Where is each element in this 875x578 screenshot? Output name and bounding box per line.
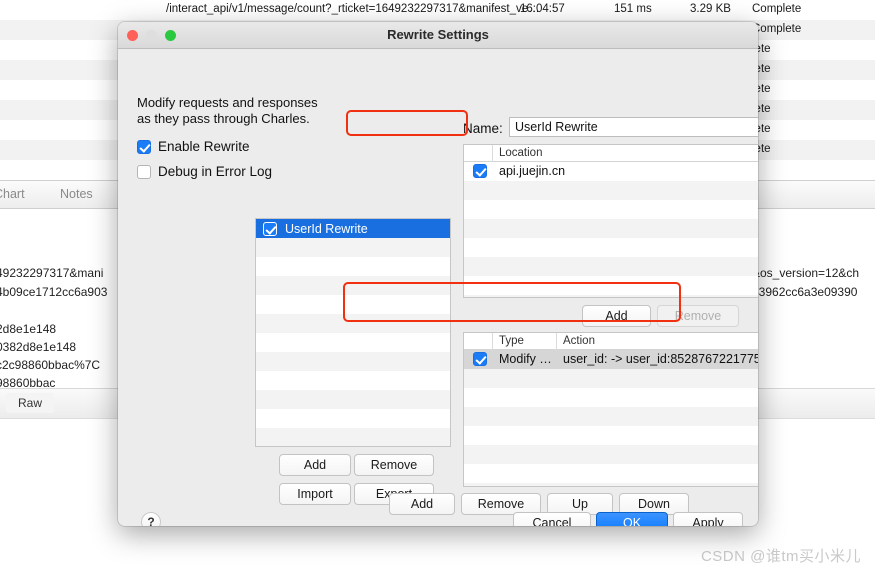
cell-status: Complete (752, 23, 802, 35)
table-row[interactable]: Modify … user_id: -> user_id:85287672217… (464, 350, 758, 369)
action-enabled-checkbox[interactable] (473, 352, 487, 366)
tab-notes[interactable]: Notes (60, 187, 93, 201)
enable-rewrite-checkbox[interactable] (137, 139, 151, 154)
cell-action: user_id: -> user_id:852876722177533 (563, 352, 758, 366)
ok-button[interactable]: OK (596, 512, 668, 526)
dialog-body: Modify requests and responses as they pa… (118, 49, 758, 526)
action-table-header: Type Action (464, 333, 758, 350)
table-row-empty (464, 219, 758, 238)
detail-line: &os_version=12&ch (752, 266, 860, 280)
column-header-type: Type (499, 335, 524, 347)
tab-raw[interactable]: Raw (6, 393, 54, 413)
dialog-title: Rewrite Settings (387, 27, 489, 42)
rule-label: UserId Rewrite (285, 221, 368, 236)
detail-line: 2d8e1e148 (0, 322, 57, 336)
apply-button[interactable]: Apply (673, 512, 743, 526)
location-table-header: Location (464, 145, 758, 162)
detail-line: 4b09ce1712cc6a903 (0, 285, 108, 299)
rule-remove-button[interactable]: Remove (354, 454, 434, 476)
table-row-empty (464, 276, 758, 295)
detail-line: 49232297317&mani (0, 266, 104, 280)
cancel-button[interactable]: Cancel (513, 512, 591, 526)
list-item-empty (256, 238, 450, 257)
list-item-empty (256, 409, 450, 428)
cell-time: 16:04:57 (520, 3, 565, 15)
table-row[interactable]: api.juejin.cn (464, 162, 758, 181)
list-item-empty (256, 333, 450, 352)
location-enabled-checkbox[interactable] (473, 164, 487, 178)
table-row-empty (464, 407, 758, 426)
help-button[interactable]: ? (141, 512, 161, 526)
table-row-empty (464, 388, 758, 407)
column-header-location: Location (499, 147, 543, 159)
table-row-empty (464, 369, 758, 388)
tab-chart[interactable]: Chart (0, 187, 25, 201)
table-row-empty (464, 181, 758, 200)
list-item-empty (256, 352, 450, 371)
table-row-empty (464, 238, 758, 257)
table-row-empty (464, 257, 758, 276)
list-item[interactable]: UserId Rewrite (256, 219, 450, 238)
table-row-empty (464, 445, 758, 464)
table-row-empty (464, 200, 758, 219)
cell-size: 3.29 KB (690, 3, 731, 15)
rule-import-button[interactable]: Import (279, 483, 351, 505)
list-item-empty (256, 314, 450, 333)
enable-rewrite-row[interactable]: Enable Rewrite (137, 139, 250, 154)
list-item-empty (256, 428, 450, 446)
list-item-empty (256, 257, 450, 276)
enable-rewrite-label: Enable Rewrite (158, 139, 250, 154)
location-remove-button: Remove (657, 305, 739, 327)
screen: /interact_api/v1/message/count?_rticket=… (0, 0, 875, 578)
rule-list[interactable]: UserId Rewrite (255, 218, 451, 447)
dialog-description: Modify requests and responses as they pa… (137, 95, 318, 126)
rewrite-settings-dialog: Rewrite Settings Modify requests and res… (118, 22, 758, 526)
table-row-empty (464, 426, 758, 445)
table-row-empty (464, 483, 758, 486)
rule-enabled-checkbox[interactable] (263, 221, 277, 236)
cell-duration: 151 ms (614, 3, 652, 15)
cell-location: api.juejin.cn (499, 164, 566, 178)
name-input[interactable]: UserId Rewrite (509, 117, 758, 137)
name-label: Name: (463, 121, 503, 136)
location-table[interactable]: Location api.juejin.cn (463, 144, 758, 298)
table-row-empty (464, 464, 758, 483)
action-add-button[interactable]: Add (389, 493, 455, 515)
cell-path: /interact_api/v1/message/count?_rticket=… (166, 3, 540, 15)
location-add-button[interactable]: Add (582, 305, 651, 327)
list-item-empty (256, 276, 450, 295)
dialog-titlebar[interactable]: Rewrite Settings (118, 22, 758, 49)
list-item-empty (256, 371, 450, 390)
cell-status: Complete (752, 3, 802, 15)
cell-type: Modify … (499, 352, 552, 366)
debug-error-log-row[interactable]: Debug in Error Log (137, 164, 272, 179)
list-item-empty (256, 295, 450, 314)
rule-add-button[interactable]: Add (279, 454, 351, 476)
list-item-empty (256, 390, 450, 409)
action-table[interactable]: Type Action Modify … user_id: -> user_id… (463, 332, 758, 487)
column-header-action: Action (563, 335, 595, 347)
debug-error-log-checkbox[interactable] (137, 164, 151, 179)
detail-line: c2c98860bbac%7C (0, 358, 101, 372)
watermark: CSDN @谁tm买小米儿 (700, 548, 861, 565)
detail-line: 53962cc6a3e09390 (752, 285, 858, 299)
debug-error-log-label: Debug in Error Log (158, 164, 273, 179)
table-row-empty (464, 295, 758, 297)
detail-line: 0382d8e1e148 (0, 340, 77, 354)
table-row[interactable]: /interact_api/v1/message/count?_rticket=… (0, 0, 875, 20)
